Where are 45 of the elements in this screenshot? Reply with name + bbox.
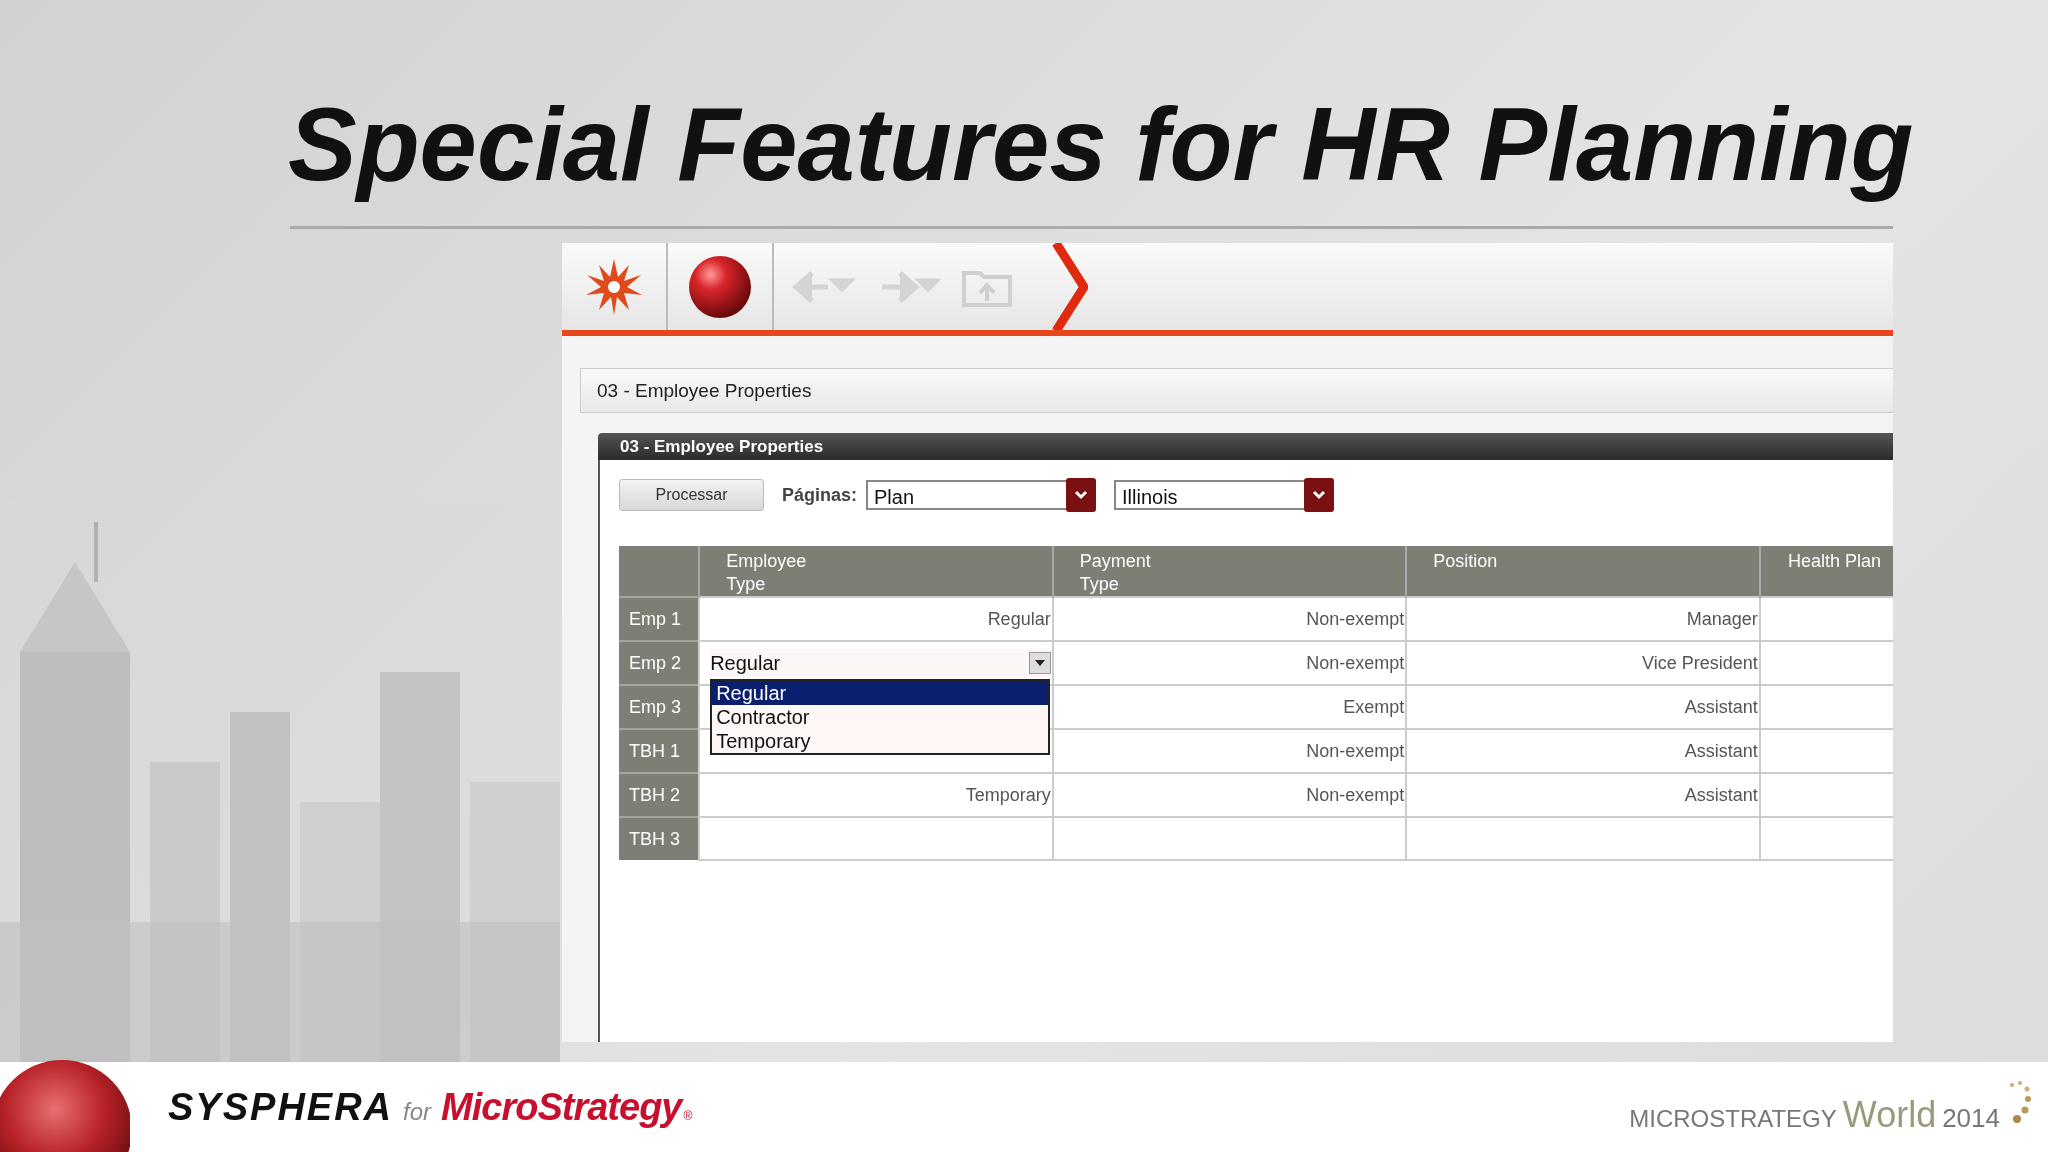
dropdown-option[interactable]: Regular (712, 681, 1048, 705)
table-cell: Assistant (1406, 685, 1760, 729)
event-year: 2014 (1942, 1102, 2000, 1134)
row-header: Emp 3 (619, 685, 700, 729)
pages-label: Páginas: (782, 484, 858, 506)
dropdown-button[interactable] (1304, 478, 1335, 512)
row-header: TBH 1 (619, 729, 700, 773)
event-name: MICROSTRATEGY (1629, 1104, 1837, 1133)
column-header: Employee Type (699, 546, 1053, 597)
brand-connector: for (403, 1097, 432, 1126)
table-cell: Non-exempt (1052, 773, 1407, 817)
table-cell: Exempt (1052, 685, 1407, 729)
row-header: Emp 1 (619, 597, 700, 641)
chevron-icon (1052, 243, 1088, 331)
chevron-down-icon (1312, 490, 1327, 500)
dropdown-button[interactable] (1066, 478, 1097, 512)
column-header: Position (1406, 546, 1760, 597)
process-button[interactable]: Processar (619, 479, 764, 511)
table-cell: Temporary (699, 773, 1053, 817)
chevron-down-icon (1074, 490, 1089, 500)
panel-header: 03 - Employee Properties (580, 368, 1893, 413)
brand-name: SYSPHERA (168, 1085, 394, 1129)
event-word: World (1842, 1093, 1937, 1136)
sphere-icon[interactable] (687, 253, 753, 320)
row-header: TBH 2 (619, 773, 700, 817)
table-cell: Manager (1406, 597, 1760, 641)
report-title-bar: 03 - Employee Properties (598, 433, 1893, 460)
page-select[interactable]: Illinois (1114, 480, 1305, 510)
slide-title: Special Features for HR Planning (288, 86, 1914, 204)
table-cell: Assistant (1406, 773, 1760, 817)
row-header: TBH 3 (619, 817, 700, 860)
row-header: Emp 2 (619, 641, 700, 685)
table-cell: Non-exempt (1052, 597, 1407, 641)
table-cell: Non-exempt (1052, 641, 1407, 685)
registered-mark: ® (683, 1108, 693, 1123)
dropdown-option[interactable]: Contractor (712, 705, 1048, 729)
caret-icon (1033, 659, 1046, 667)
table-cell: Non-exempt (1052, 729, 1407, 773)
table-cell: Vice President (1406, 641, 1760, 685)
table-cell: Assistant (1406, 729, 1760, 773)
cell-select[interactable]: Regular (710, 649, 1052, 677)
page-select[interactable]: Plan (866, 480, 1067, 510)
column-header: Health Plan (1759, 546, 1893, 597)
table-cell: Regular (699, 597, 1053, 641)
column-header: Payment Type (1052, 546, 1407, 597)
